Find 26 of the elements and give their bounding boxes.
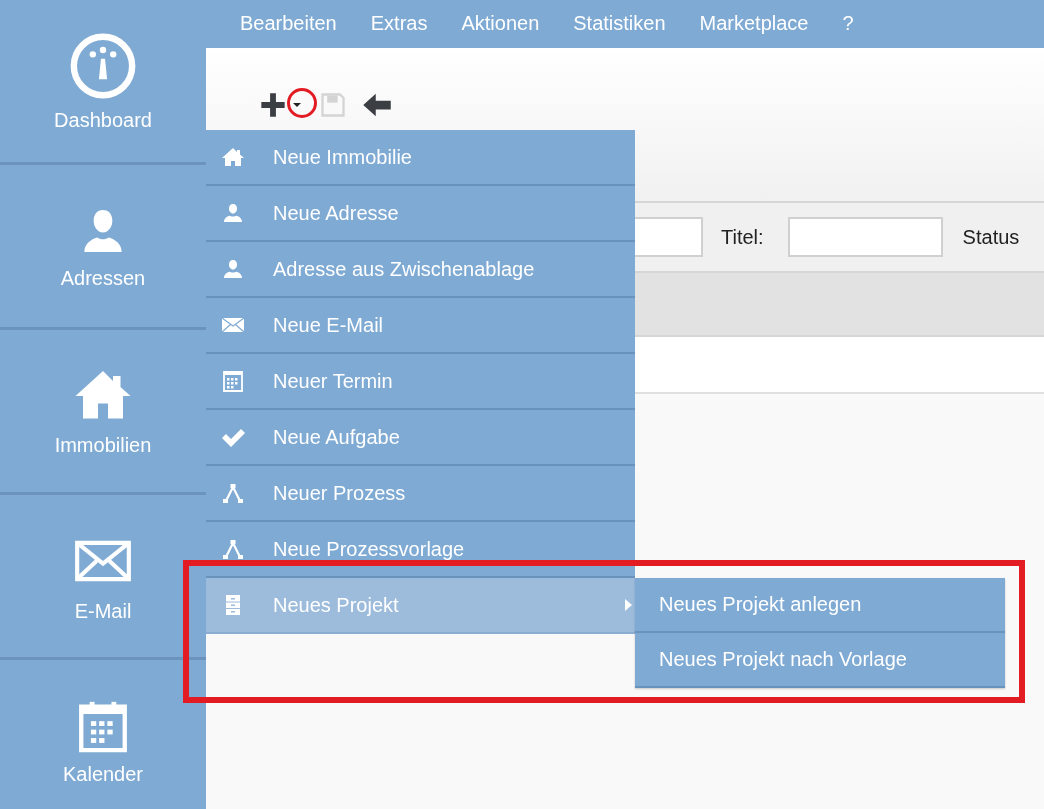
- branch-icon: [221, 537, 245, 561]
- branch-icon: [221, 481, 245, 505]
- menu-item[interactable]: Bearbeiten: [240, 0, 337, 35]
- menu-option[interactable]: Neuer Prozess: [206, 466, 635, 522]
- title-label: Titel:: [721, 225, 764, 249]
- menu-option[interactable]: Neues Projekt anlegen: [635, 578, 1005, 633]
- menu-option[interactable]: Neue Adresse: [206, 186, 635, 242]
- menu-option[interactable]: Neue Immobilie: [206, 130, 635, 186]
- title-field[interactable]: [787, 217, 943, 257]
- menu-option[interactable]: Adresse aus Zwischenablage: [206, 242, 635, 298]
- menu-item[interactable]: Statistiken: [573, 0, 666, 35]
- menu-item[interactable]: Extras: [370, 0, 428, 35]
- menu-option[interactable]: Neue Aufgabe: [206, 410, 635, 466]
- menu-option[interactable]: Neues Projekt nach Vorlage: [635, 633, 1005, 688]
- menu-item[interactable]: ?: [842, 0, 854, 35]
- menu-option[interactable]: Neue E-Mail: [206, 298, 635, 354]
- person-icon: [221, 201, 245, 225]
- person-icon: [221, 257, 245, 281]
- status-label: Status: [962, 225, 1020, 249]
- menu-option[interactable]: Neuer Termin: [206, 354, 635, 410]
- menu-option[interactable]: Neues Projekt: [206, 578, 635, 634]
- menu-item[interactable]: Aktionen: [461, 0, 540, 35]
- house-icon: [221, 145, 245, 169]
- calendar-icon: [221, 369, 245, 393]
- annotation-circle: [286, 87, 318, 119]
- menu-item[interactable]: Marketplace: [699, 0, 809, 35]
